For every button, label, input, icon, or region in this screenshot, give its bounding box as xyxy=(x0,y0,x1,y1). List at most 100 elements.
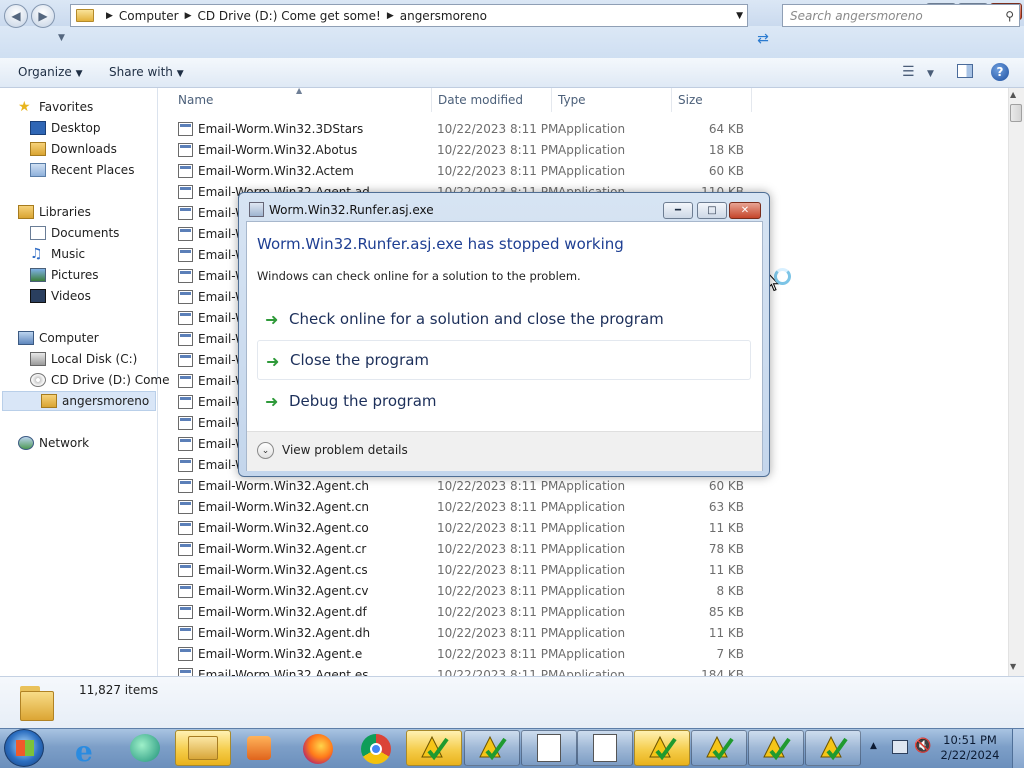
minimize-icon: ━ xyxy=(674,205,682,216)
nav-recent-places[interactable]: Recent Places xyxy=(30,160,134,180)
show-hidden-icons-button[interactable]: ▲ xyxy=(870,741,877,751)
dialog-title: Worm.Win32.Runfer.asj.exe xyxy=(269,203,434,217)
breadcrumb-separator-icon[interactable]: ▶ xyxy=(387,11,394,21)
nav-angersmoreno-label: angersmoreno xyxy=(62,394,150,408)
internet-explorer-button[interactable]: e xyxy=(70,731,106,768)
column-header-date[interactable]: Date modified xyxy=(432,88,552,112)
breadcrumb-cd-drive[interactable]: CD Drive (D:) Come get some! xyxy=(198,9,381,23)
file-row[interactable]: Email-Worm.Win32.Abotus 10/22/2023 8:11 P… xyxy=(172,140,752,161)
file-row[interactable]: Email-Worm.Win32.Agent.df 10/22/2023 8:11… xyxy=(172,602,752,623)
file-name: Email-Worm.Win32.Agent.dh xyxy=(198,626,371,640)
check-online-option[interactable]: ➜ Check online for a solution and close … xyxy=(257,299,751,339)
vertical-scrollbar[interactable] xyxy=(1008,88,1024,676)
forward-button[interactable]: ▶ xyxy=(31,4,55,28)
scrollbar-thumb[interactable] xyxy=(1010,104,1022,122)
breadcrumb-separator-icon[interactable]: ▶ xyxy=(185,11,192,21)
address-dropdown-icon[interactable]: ▼ xyxy=(736,11,743,21)
show-desktop-button[interactable] xyxy=(1012,729,1024,768)
network-tray-icon[interactable] xyxy=(892,740,908,754)
nav-documents[interactable]: Documents xyxy=(30,223,119,243)
share-with-button[interactable]: Share with ▼ xyxy=(109,65,184,79)
file-row[interactable]: Email-Worm.Win32.Agent.dh 10/22/2023 8:11… xyxy=(172,623,752,644)
nav-angersmoreno[interactable]: angersmoreno xyxy=(2,391,156,411)
search-input[interactable]: Search angersmoreno ⚲ xyxy=(782,4,1020,27)
nav-music[interactable]: ♫ Music xyxy=(30,244,85,264)
application-icon xyxy=(178,458,193,472)
scroll-down-arrow-icon[interactable]: ▼ xyxy=(1010,662,1016,671)
nav-libraries[interactable]: Libraries xyxy=(18,202,91,222)
explorer-taskbar-button[interactable] xyxy=(175,730,231,766)
help-icon: ? xyxy=(996,65,1004,79)
media-player-button[interactable] xyxy=(242,731,278,765)
change-view-button[interactable]: ☰ ▼ xyxy=(902,64,934,80)
file-row[interactable]: Email-Worm.Win32.Agent.ch 10/22/2023 8:11… xyxy=(172,476,752,497)
file-row[interactable]: Email-Worm.Win32.3DStars 10/22/2023 8:11 … xyxy=(172,119,752,140)
dialog-footer: ⌄ View problem details xyxy=(247,431,762,471)
view-problem-details-link[interactable]: View problem details xyxy=(282,443,408,457)
nav-pictures[interactable]: Pictures xyxy=(30,265,99,285)
expand-details-button[interactable]: ⌄ xyxy=(257,442,274,459)
taskbar-app-button[interactable] xyxy=(521,730,577,766)
taskbar-app-button[interactable] xyxy=(748,730,804,766)
file-size: 63 KB xyxy=(708,500,744,514)
breadcrumb-angersmoreno[interactable]: angersmoreno xyxy=(400,9,487,23)
documents-icon xyxy=(30,226,46,240)
dialog-close-button[interactable]: ✕ xyxy=(729,202,761,219)
file-row[interactable]: Email-Worm.Win32.Agent.cv 10/22/2023 8:11… xyxy=(172,581,752,602)
breadcrumb-computer[interactable]: Computer xyxy=(119,9,179,23)
nav-favorites[interactable]: ★ Favorites xyxy=(18,97,93,117)
file-row[interactable]: Email-Worm.Win32.Agent.cs 10/22/2023 8:11… xyxy=(172,560,752,581)
taskbar-app-button[interactable] xyxy=(577,730,633,766)
file-row[interactable]: Email-Worm.Win32.Agent.co 10/22/2023 8:11… xyxy=(172,518,752,539)
system-clock[interactable]: 10:51 PM 2/22/2024 xyxy=(940,733,1000,763)
file-date: 10/22/2023 8:11 PM xyxy=(437,164,559,178)
taskbar-app-button[interactable] xyxy=(805,730,861,766)
recent-pages-chevron-icon[interactable]: ▼ xyxy=(58,33,65,43)
column-header-type[interactable]: Type xyxy=(552,88,672,112)
nav-local-disk[interactable]: Local Disk (C:) xyxy=(30,349,137,369)
preview-pane-button[interactable] xyxy=(957,64,973,78)
chrome-button[interactable] xyxy=(358,731,394,765)
nav-desktop[interactable]: Desktop xyxy=(30,118,101,138)
nav-network[interactable]: Network xyxy=(18,433,89,453)
volume-muted-icon[interactable]: 🔇 xyxy=(914,738,931,754)
close-program-option[interactable]: ➜ Close the program xyxy=(257,340,751,380)
file-date: 10/22/2023 8:11 PM xyxy=(437,521,559,535)
dialog-minimize-button[interactable]: ━ xyxy=(663,202,693,219)
taskbar-app-button[interactable] xyxy=(691,730,747,766)
file-row[interactable]: Email-Worm.Win32.Actem 10/22/2023 8:11 PM… xyxy=(172,161,752,182)
nav-videos[interactable]: Videos xyxy=(30,286,91,306)
taskbar-app-button[interactable] xyxy=(464,730,520,766)
folder-icon xyxy=(76,9,94,22)
address-bar[interactable]: ▶ Computer ▶ CD Drive (D:) Come get some… xyxy=(70,4,748,27)
nav-computer[interactable]: Computer xyxy=(18,328,99,348)
green-arrow-icon: ➜ xyxy=(265,392,279,411)
close-program-label: Close the program xyxy=(290,351,430,369)
firefox-button[interactable] xyxy=(300,731,336,765)
file-row[interactable]: Email-Worm.Win32.Agent.e 10/22/2023 8:11 … xyxy=(172,644,752,665)
media-button[interactable] xyxy=(127,731,163,765)
debug-program-option[interactable]: ➜ Debug the program xyxy=(257,381,751,421)
file-size: 11 KB xyxy=(708,521,744,535)
taskbar-app-button[interactable] xyxy=(634,730,690,766)
column-header-size[interactable]: Size xyxy=(672,88,752,112)
dialog-heading: Worm.Win32.Runfer.asj.exe has stopped wo… xyxy=(257,235,624,253)
application-icon xyxy=(178,143,193,157)
start-button[interactable] xyxy=(4,729,44,767)
file-row[interactable]: Email-Worm.Win32.Agent.cn 10/22/2023 8:11… xyxy=(172,497,752,518)
back-button[interactable]: ◀ xyxy=(4,4,28,28)
green-arrow-icon: ➜ xyxy=(265,310,279,329)
dialog-maximize-button[interactable]: □ xyxy=(697,202,727,219)
file-row[interactable]: Email-Worm.Win32.Agent.cr 10/22/2023 8:11… xyxy=(172,539,752,560)
warning-checkmark-icon xyxy=(477,733,507,764)
scroll-up-arrow-icon[interactable]: ▲ xyxy=(1010,90,1016,99)
breadcrumb-separator-icon[interactable]: ▶ xyxy=(106,11,113,21)
nav-downloads[interactable]: Downloads xyxy=(30,139,117,159)
nav-cd-drive[interactable]: CD Drive (D:) Come xyxy=(30,370,170,390)
taskbar-app-button[interactable] xyxy=(406,730,462,766)
music-icon: ♫ xyxy=(30,246,43,262)
help-button[interactable]: ? xyxy=(991,63,1009,81)
refresh-button[interactable]: ⇄ xyxy=(752,31,774,49)
file-date: 10/22/2023 8:11 PM xyxy=(437,605,559,619)
organize-button[interactable]: Organize ▼ xyxy=(18,65,83,79)
